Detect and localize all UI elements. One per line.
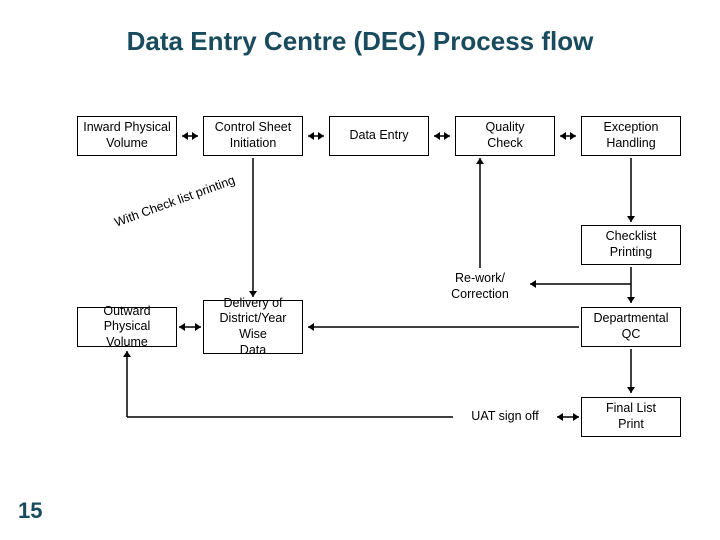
box-delivery-district-year: Delivery ofDistrict/Year WiseData xyxy=(203,300,303,354)
label-uat-sign-off: UAT sign off xyxy=(455,409,555,425)
box-final-list-print: Final ListPrint xyxy=(581,397,681,437)
slide-number: 15 xyxy=(18,498,42,524)
box-data-entry: Data Entry xyxy=(329,116,429,156)
box-inward-physical-volume: Inward PhysicalVolume xyxy=(77,116,177,156)
label-rework-correction: Re-work/Correction xyxy=(430,271,530,302)
box-departmental-qc: Departmental QC xyxy=(581,307,681,347)
page-title: Data Entry Centre (DEC) Process flow xyxy=(0,26,720,57)
annotation-checklist: With Check list printing xyxy=(113,173,237,230)
box-checklist-printing: ChecklistPrinting xyxy=(581,225,681,265)
flow-arrows xyxy=(0,0,720,540)
box-control-sheet-initiation: Control SheetInitiation xyxy=(203,116,303,156)
box-quality-check: QualityCheck xyxy=(455,116,555,156)
box-exception-handling: ExceptionHandling xyxy=(581,116,681,156)
box-outward-physical-volume: Outward PhysicalVolume xyxy=(77,307,177,347)
